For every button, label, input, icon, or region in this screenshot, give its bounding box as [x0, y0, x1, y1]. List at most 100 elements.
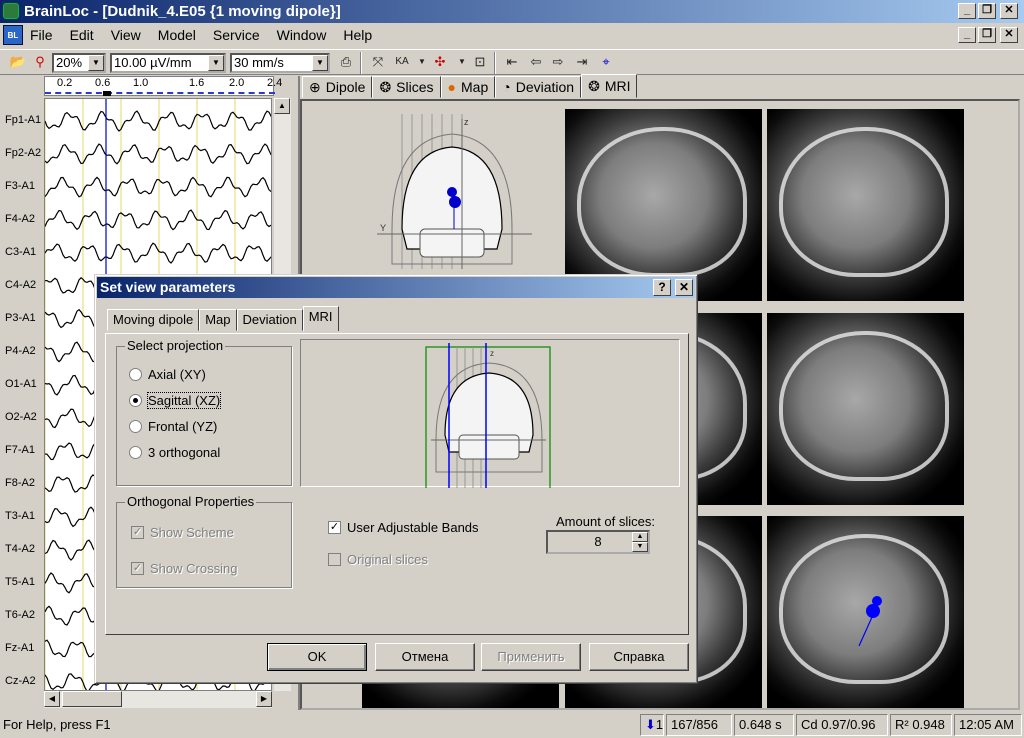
next-page-icon[interactable]: ⇨ — [548, 53, 568, 71]
camera-icon[interactable]: ⊡ — [470, 53, 490, 71]
channel-label: T5-A1 — [5, 576, 35, 588]
dipole-icon: ⬇ — [645, 717, 656, 732]
brain-icon: ❂ — [379, 78, 392, 95]
open-folder-icon[interactable]: 📂 — [8, 53, 28, 71]
apply-button[interactable]: Применить — [481, 643, 581, 671]
ok-button[interactable]: OK — [267, 643, 367, 671]
mri-icon: ❂ — [588, 77, 600, 94]
dipole-marker-icon[interactable]: ⌖ — [596, 53, 616, 71]
help-dialog-button[interactable]: Справка — [589, 643, 689, 671]
menu-service[interactable]: Service — [213, 27, 260, 43]
doc-restore-button[interactable]: ❐ — [978, 27, 996, 43]
amount-of-slices-input[interactable]: 8 ▲ ▼ — [546, 530, 650, 554]
help-button[interactable]: ? — [653, 279, 671, 296]
tab-deviation[interactable]: ◔ Deviation — [495, 76, 582, 98]
tab-map[interactable]: ● Map — [440, 76, 496, 98]
original-slices-checkbox[interactable]: Original slices — [328, 552, 428, 567]
menu-edit[interactable]: Edit — [70, 27, 94, 43]
speed-select[interactable]: 30 mm/s ▼ — [230, 53, 330, 73]
channel-label: T6-A2 — [5, 609, 35, 621]
user-adjustable-bands-checkbox[interactable]: ✓ User Adjustable Bands — [328, 520, 479, 535]
mri-slice[interactable] — [767, 313, 964, 505]
ruler-tick: 1.0 — [133, 77, 149, 89]
tab-mri[interactable]: ❂ MRI — [581, 74, 638, 98]
scroll-thumb[interactable] — [62, 691, 122, 707]
crosshair-icon: ⊕ — [309, 78, 321, 95]
radio-frontal[interactable]: Frontal (YZ) — [129, 419, 217, 434]
restore-button[interactable]: ❐ — [978, 3, 996, 19]
menu-window[interactable]: Window — [277, 27, 327, 43]
channel-label: C3-A1 — [5, 246, 37, 258]
channel-label: F3-A1 — [5, 180, 35, 192]
chevron-down-icon[interactable]: ▼ — [412, 53, 432, 71]
status-help: For Help, press F1 — [3, 717, 111, 732]
person-icon[interactable]: ⚲ — [30, 53, 50, 71]
chevron-down-icon[interactable]: ▼ — [88, 55, 104, 71]
radio-sagittal[interactable]: Sagittal (XZ) — [129, 392, 222, 409]
menu-model[interactable]: Model — [158, 27, 196, 43]
channel-label: T3-A1 — [5, 510, 35, 522]
menu-view[interactable]: View — [111, 27, 141, 43]
mri-slice[interactable] — [767, 516, 964, 708]
channel-label: P3-A1 — [5, 312, 36, 324]
scroll-right-icon[interactable]: ▶ — [256, 691, 272, 707]
horizontal-scrollbar[interactable]: ◀ ▶ — [44, 691, 272, 708]
last-page-icon[interactable]: ⇥ — [572, 53, 592, 71]
svg-text:z: z — [490, 349, 494, 358]
amplitude-select[interactable]: 10.00 µV/mm ▼ — [110, 53, 226, 73]
head-scheme: z Y — [377, 114, 532, 269]
preview-scheme: z — [425, 343, 551, 490]
doc-minimize-button[interactable]: _ — [958, 27, 976, 43]
channel-label: F7-A1 — [5, 444, 35, 456]
dialog-close-icon[interactable]: ✕ — [675, 279, 693, 296]
zoom-select[interactable]: 20% ▼ — [52, 53, 106, 73]
dipole-count: ⬇1 — [640, 714, 664, 736]
projection-preview: z — [300, 339, 680, 490]
status-clock: 12:05 AM — [954, 714, 1022, 736]
axes-icon[interactable]: ⤧ — [368, 53, 388, 71]
prev-page-icon[interactable]: ⇦ — [526, 53, 546, 71]
mri-slice[interactable] — [767, 109, 964, 301]
dialog-tabs: Moving dipole Map Deviation MRI — [107, 306, 339, 331]
print-icon[interactable]: ⎙ — [336, 53, 356, 71]
menu-bar: File Edit View Model Service Window Help — [0, 24, 1024, 46]
svg-text:Y: Y — [380, 223, 386, 233]
toolbar: 📂 ⚲ 20% ▼ 10.00 µV/mm ▼ 30 mm/s ▼ ⎙ ⤧ KA ▼ … — [0, 49, 1024, 75]
mri-slice[interactable] — [565, 109, 762, 301]
ruler-tick: 1.6 — [189, 77, 205, 89]
tab-moving-dipole[interactable]: Moving dipole — [107, 309, 200, 331]
view-tabs: ⊕ Dipole ❂ Slices ● Map ◔ Deviation ❂ MRI — [302, 74, 638, 98]
channel-label: Cz-A2 — [5, 675, 36, 687]
first-page-icon[interactable]: ⇤ — [502, 53, 522, 71]
show-crossing-checkbox[interactable]: ✓ Show Crossing — [131, 561, 237, 576]
tab-mri[interactable]: MRI — [302, 306, 339, 331]
tab-map[interactable]: Map — [199, 309, 237, 331]
scroll-left-icon[interactable]: ◀ — [44, 691, 60, 707]
ruler-tick: 2.4 — [267, 77, 283, 89]
chevron-down-icon[interactable]: ▼ — [452, 53, 472, 71]
doc-close-button[interactable]: ✕ — [1000, 27, 1018, 43]
minimize-button[interactable]: _ — [958, 3, 976, 19]
spin-up-icon[interactable]: ▲ — [632, 532, 648, 542]
chevron-down-icon[interactable]: ▼ — [208, 55, 224, 71]
radio-axial[interactable]: Axial (XY) — [129, 367, 206, 382]
ruler-tick: 2.0 — [229, 77, 245, 89]
radio-3-orthogonal[interactable]: 3 orthogonal — [129, 445, 220, 460]
set-view-parameters-dialog: Set view parameters ? ✕ Moving dipole Ma… — [94, 274, 698, 684]
channel-label: Fp2-A2 — [5, 147, 42, 159]
menu-help[interactable]: Help — [343, 27, 372, 43]
scroll-up-icon[interactable]: ▲ — [274, 98, 290, 114]
app-icon[interactable] — [3, 3, 19, 19]
menu-file[interactable]: File — [30, 27, 53, 43]
calibrate-icon[interactable]: KA — [392, 53, 412, 71]
chevron-down-icon[interactable]: ▼ — [312, 55, 328, 71]
cancel-button[interactable]: Отмена — [375, 643, 475, 671]
dipole-marker — [858, 596, 882, 647]
tab-slices[interactable]: ❂ Slices — [372, 76, 441, 98]
tab-dipole[interactable]: ⊕ Dipole — [302, 76, 373, 98]
close-button[interactable]: ✕ — [1000, 3, 1018, 19]
montage-icon[interactable]: ✣ — [430, 53, 450, 71]
spin-down-icon[interactable]: ▼ — [632, 542, 648, 552]
show-scheme-checkbox[interactable]: ✓ Show Scheme — [131, 525, 234, 540]
tab-deviation[interactable]: Deviation — [236, 309, 303, 331]
